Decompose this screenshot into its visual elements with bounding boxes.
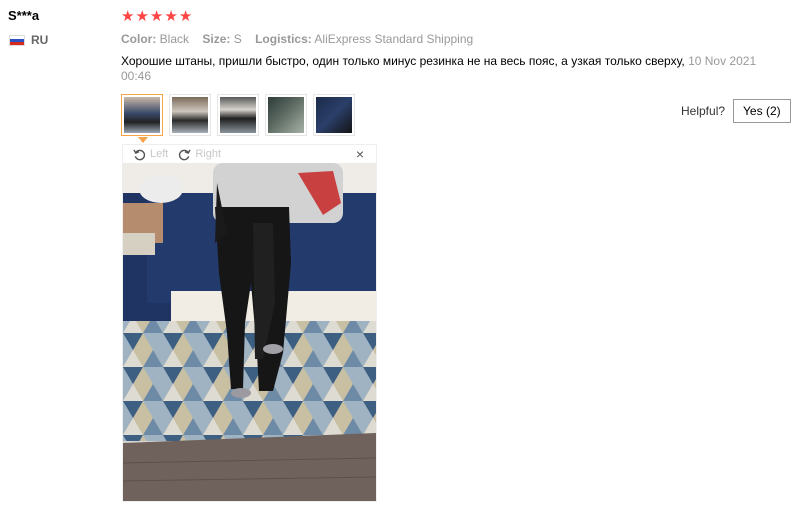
rotate-left-icon: [133, 149, 146, 160]
rotate-right-label: Right: [195, 148, 222, 160]
viewer-toolbar: Left Right ×: [123, 145, 376, 163]
color-value: Black: [159, 32, 190, 46]
thumbnail-4[interactable]: [265, 94, 307, 136]
russia-flag-icon: [9, 34, 25, 46]
thumbnail-1[interactable]: [121, 94, 163, 143]
photo-viewer: Left Right ×: [122, 144, 377, 502]
helpful-label: Helpful?: [681, 104, 726, 118]
logistics-value: AliExpress Standard Shipping: [314, 32, 474, 46]
order-attributes: Color: Black Size: S Logistics: AliExpre…: [121, 32, 483, 46]
size-label: Size:: [202, 32, 231, 46]
star-icon: ★: [121, 8, 135, 25]
rotate-left-label: Left: [150, 148, 169, 160]
thumbnail-2[interactable]: [169, 94, 211, 136]
photo-thumbnails: [121, 94, 355, 143]
star-icon: ★: [149, 8, 164, 25]
close-viewer-button[interactable]: ×: [356, 146, 364, 162]
review-photo: [123, 163, 376, 501]
thumbnail-3[interactable]: [217, 94, 259, 136]
star-icon: ★: [164, 8, 178, 25]
rotate-right-button[interactable]: Right: [178, 148, 221, 161]
country-code: RU: [31, 33, 49, 47]
size-value: S: [233, 32, 242, 46]
star-icon: ★: [135, 8, 149, 25]
color-label: Color:: [121, 32, 157, 46]
rotate-left-button[interactable]: Left: [133, 148, 168, 161]
logistics-label: Logistics:: [255, 32, 312, 46]
star-rating: ★ ★ ★ ★ ★: [121, 9, 192, 25]
helpful-section: Helpful? Yes (2): [681, 99, 791, 123]
star-icon: ★: [178, 8, 193, 25]
thumbnail-5[interactable]: [313, 94, 355, 136]
review-photo-image: [123, 163, 376, 501]
helpful-yes-button[interactable]: Yes (2): [733, 99, 791, 123]
review-text: Хорошие штаны, пришли быстро, один тольк…: [121, 54, 685, 68]
review-body: Хорошие штаны, пришли быстро, один тольк…: [121, 54, 761, 84]
rotate-right-icon: [179, 149, 192, 160]
reviewer-country: RU: [9, 33, 48, 47]
reviewer-name: S***a: [8, 8, 40, 23]
